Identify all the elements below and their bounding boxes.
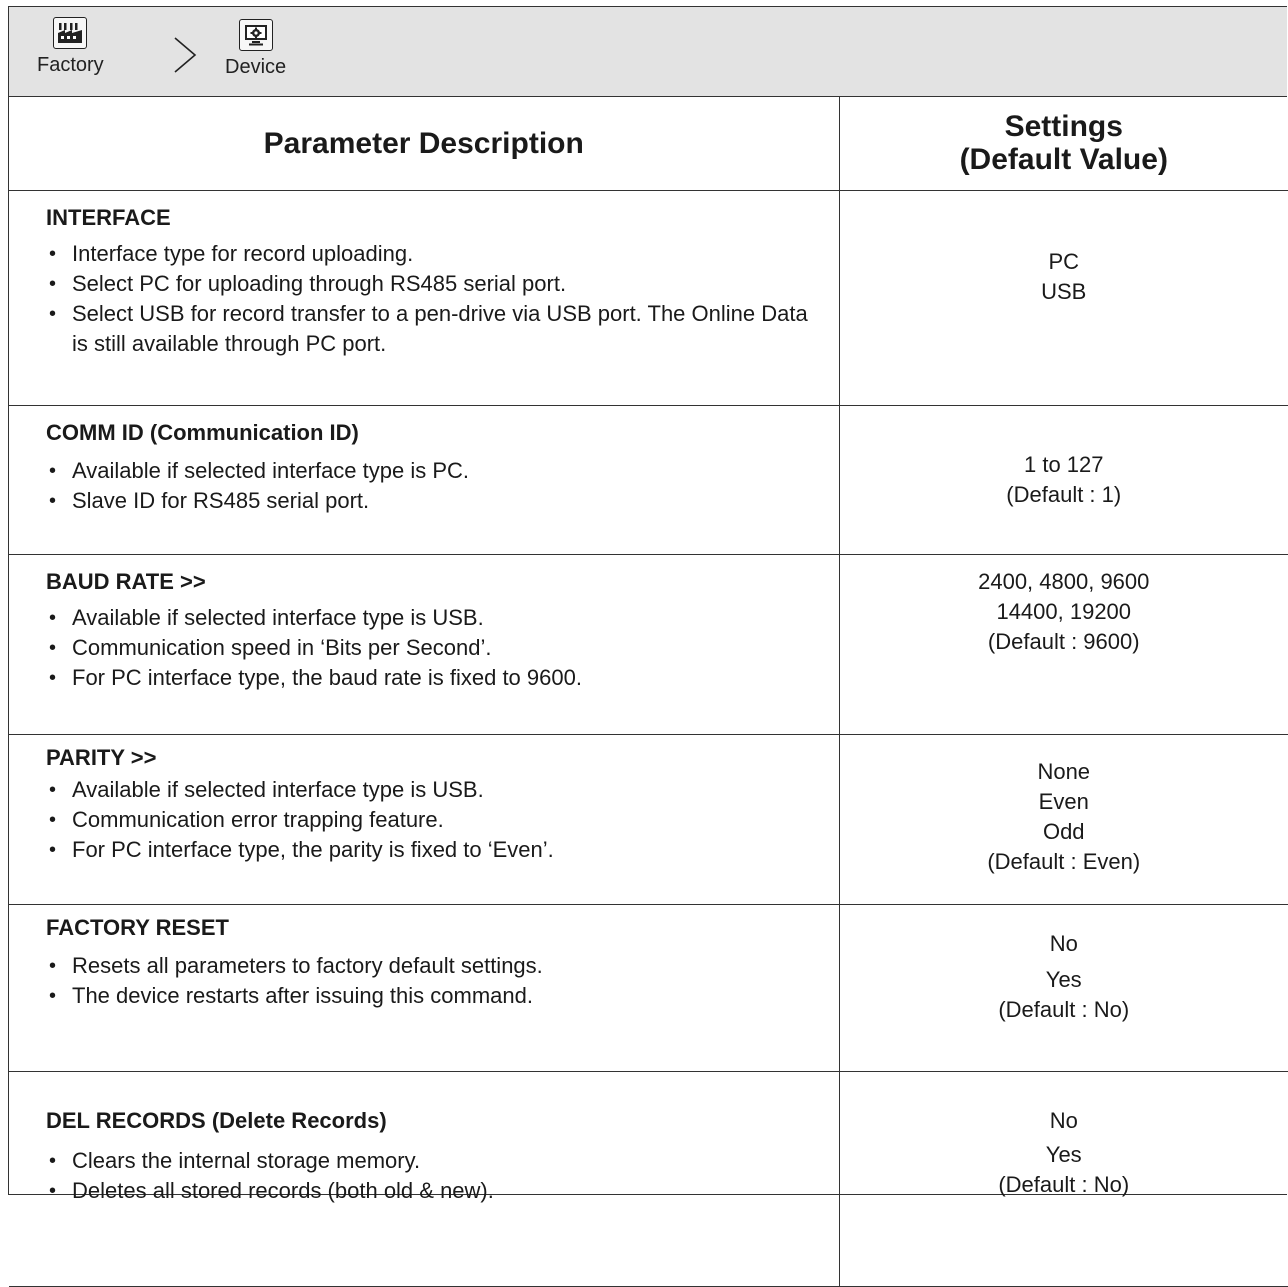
bullet-item: Select PC for uploading through RS485 se… xyxy=(46,269,819,299)
parameter-settings: None Even Odd (Default : Even) xyxy=(839,734,1288,904)
bullet-item: Communication speed in ‘Bits per Second’… xyxy=(46,633,819,663)
header-settings: Settings (Default Value) xyxy=(839,97,1288,190)
table-header-row: Parameter Description Settings (Default … xyxy=(9,97,1288,190)
table-row: FACTORY RESET Resets all parameters to f… xyxy=(9,904,1288,1071)
bullet-item: Interface type for record uploading. xyxy=(46,239,819,269)
bullet-item: The device restarts after issuing this c… xyxy=(46,981,819,1011)
parameter-settings: No Yes (Default : No) xyxy=(839,1071,1288,1286)
parameter-title: BAUD RATE >> xyxy=(46,569,819,595)
parameter-settings: 2400, 4800, 9600 14400, 19200 (Default :… xyxy=(839,554,1288,734)
breadcrumb-label: Factory xyxy=(37,54,104,77)
header-settings-title: Settings xyxy=(840,110,1288,143)
setting-value: Yes xyxy=(841,1140,1288,1170)
setting-value: Yes xyxy=(841,965,1288,995)
bullet-item: Slave ID for RS485 serial port. xyxy=(46,486,819,516)
parameter-title: PARITY >> xyxy=(46,745,819,771)
parameter-description: DEL RECORDS (Delete Records) Clears the … xyxy=(9,1071,839,1286)
parameter-settings: 1 to 127 (Default : 1) xyxy=(839,405,1288,554)
setting-value: None xyxy=(841,757,1288,787)
setting-value: 1 to 127 xyxy=(841,450,1288,480)
bullet-item: Communication error trapping feature. xyxy=(46,805,819,835)
header-parameter-description: Parameter Description xyxy=(9,97,839,190)
setting-value: Even xyxy=(841,787,1288,817)
breadcrumb-item-device[interactable]: Device xyxy=(225,19,286,79)
header-settings-subtitle: (Default Value) xyxy=(840,143,1288,176)
setting-value: (Default : 9600) xyxy=(841,627,1288,657)
parameter-settings: PC USB xyxy=(839,190,1288,405)
bullet-item: Clears the internal storage memory. xyxy=(46,1146,819,1176)
bullet-item: Available if selected interface type is … xyxy=(46,775,819,805)
chevron-right-icon xyxy=(169,35,199,75)
parameter-description: PARITY >> Available if selected interfac… xyxy=(9,734,839,904)
setting-value: USB xyxy=(841,277,1288,307)
bullet-item: For PC interface type, the parity is fix… xyxy=(46,835,819,865)
bullet-item: Available if selected interface type is … xyxy=(46,456,819,486)
table-row: BAUD RATE >> Available if selected inter… xyxy=(9,554,1288,734)
bullet-item: Select USB for record transfer to a pen-… xyxy=(46,299,819,359)
factory-icon xyxy=(53,17,87,49)
bullet-item: Deletes all stored records (both old & n… xyxy=(46,1176,819,1206)
setting-value: Odd xyxy=(841,817,1288,847)
parameter-title: COMM ID (Communication ID) xyxy=(46,420,819,446)
device-settings-icon xyxy=(239,19,273,51)
parameter-title: DEL RECORDS (Delete Records) xyxy=(46,1108,819,1134)
breadcrumb-item-factory[interactable]: Factory xyxy=(37,17,104,77)
parameter-description: FACTORY RESET Resets all parameters to f… xyxy=(9,904,839,1071)
parameter-title: FACTORY RESET xyxy=(46,915,819,941)
setting-value: No xyxy=(841,1106,1288,1136)
setting-value: 14400, 19200 xyxy=(841,597,1288,627)
parameter-title: INTERFACE xyxy=(46,205,819,231)
bullet-item: Resets all parameters to factory default… xyxy=(46,951,819,981)
table-row: DEL RECORDS (Delete Records) Clears the … xyxy=(9,1071,1288,1286)
setting-value: (Default : No) xyxy=(841,995,1288,1025)
table-row: PARITY >> Available if selected interfac… xyxy=(9,734,1288,904)
parameter-description: INTERFACE Interface type for record uplo… xyxy=(9,190,839,405)
document-frame: Factory Device xyxy=(8,6,1287,1195)
setting-value: 2400, 4800, 9600 xyxy=(841,567,1288,597)
setting-value: (Default : Even) xyxy=(841,847,1288,877)
bullet-item: Available if selected interface type is … xyxy=(46,603,819,633)
breadcrumb-label: Device xyxy=(225,56,286,79)
table-row: INTERFACE Interface type for record uplo… xyxy=(9,190,1288,405)
parameter-table: Parameter Description Settings (Default … xyxy=(9,97,1288,1287)
breadcrumb: Factory Device xyxy=(9,7,1287,97)
bullet-item: For PC interface type, the baud rate is … xyxy=(46,663,819,693)
setting-value: PC xyxy=(841,247,1288,277)
setting-value: (Default : No) xyxy=(841,1170,1288,1200)
parameter-description: BAUD RATE >> Available if selected inter… xyxy=(9,554,839,734)
setting-value: No xyxy=(841,929,1288,959)
table-row: COMM ID (Communication ID) Available if … xyxy=(9,405,1288,554)
parameter-settings: No Yes (Default : No) xyxy=(839,904,1288,1071)
setting-value: (Default : 1) xyxy=(841,480,1288,510)
parameter-description: COMM ID (Communication ID) Available if … xyxy=(9,405,839,554)
